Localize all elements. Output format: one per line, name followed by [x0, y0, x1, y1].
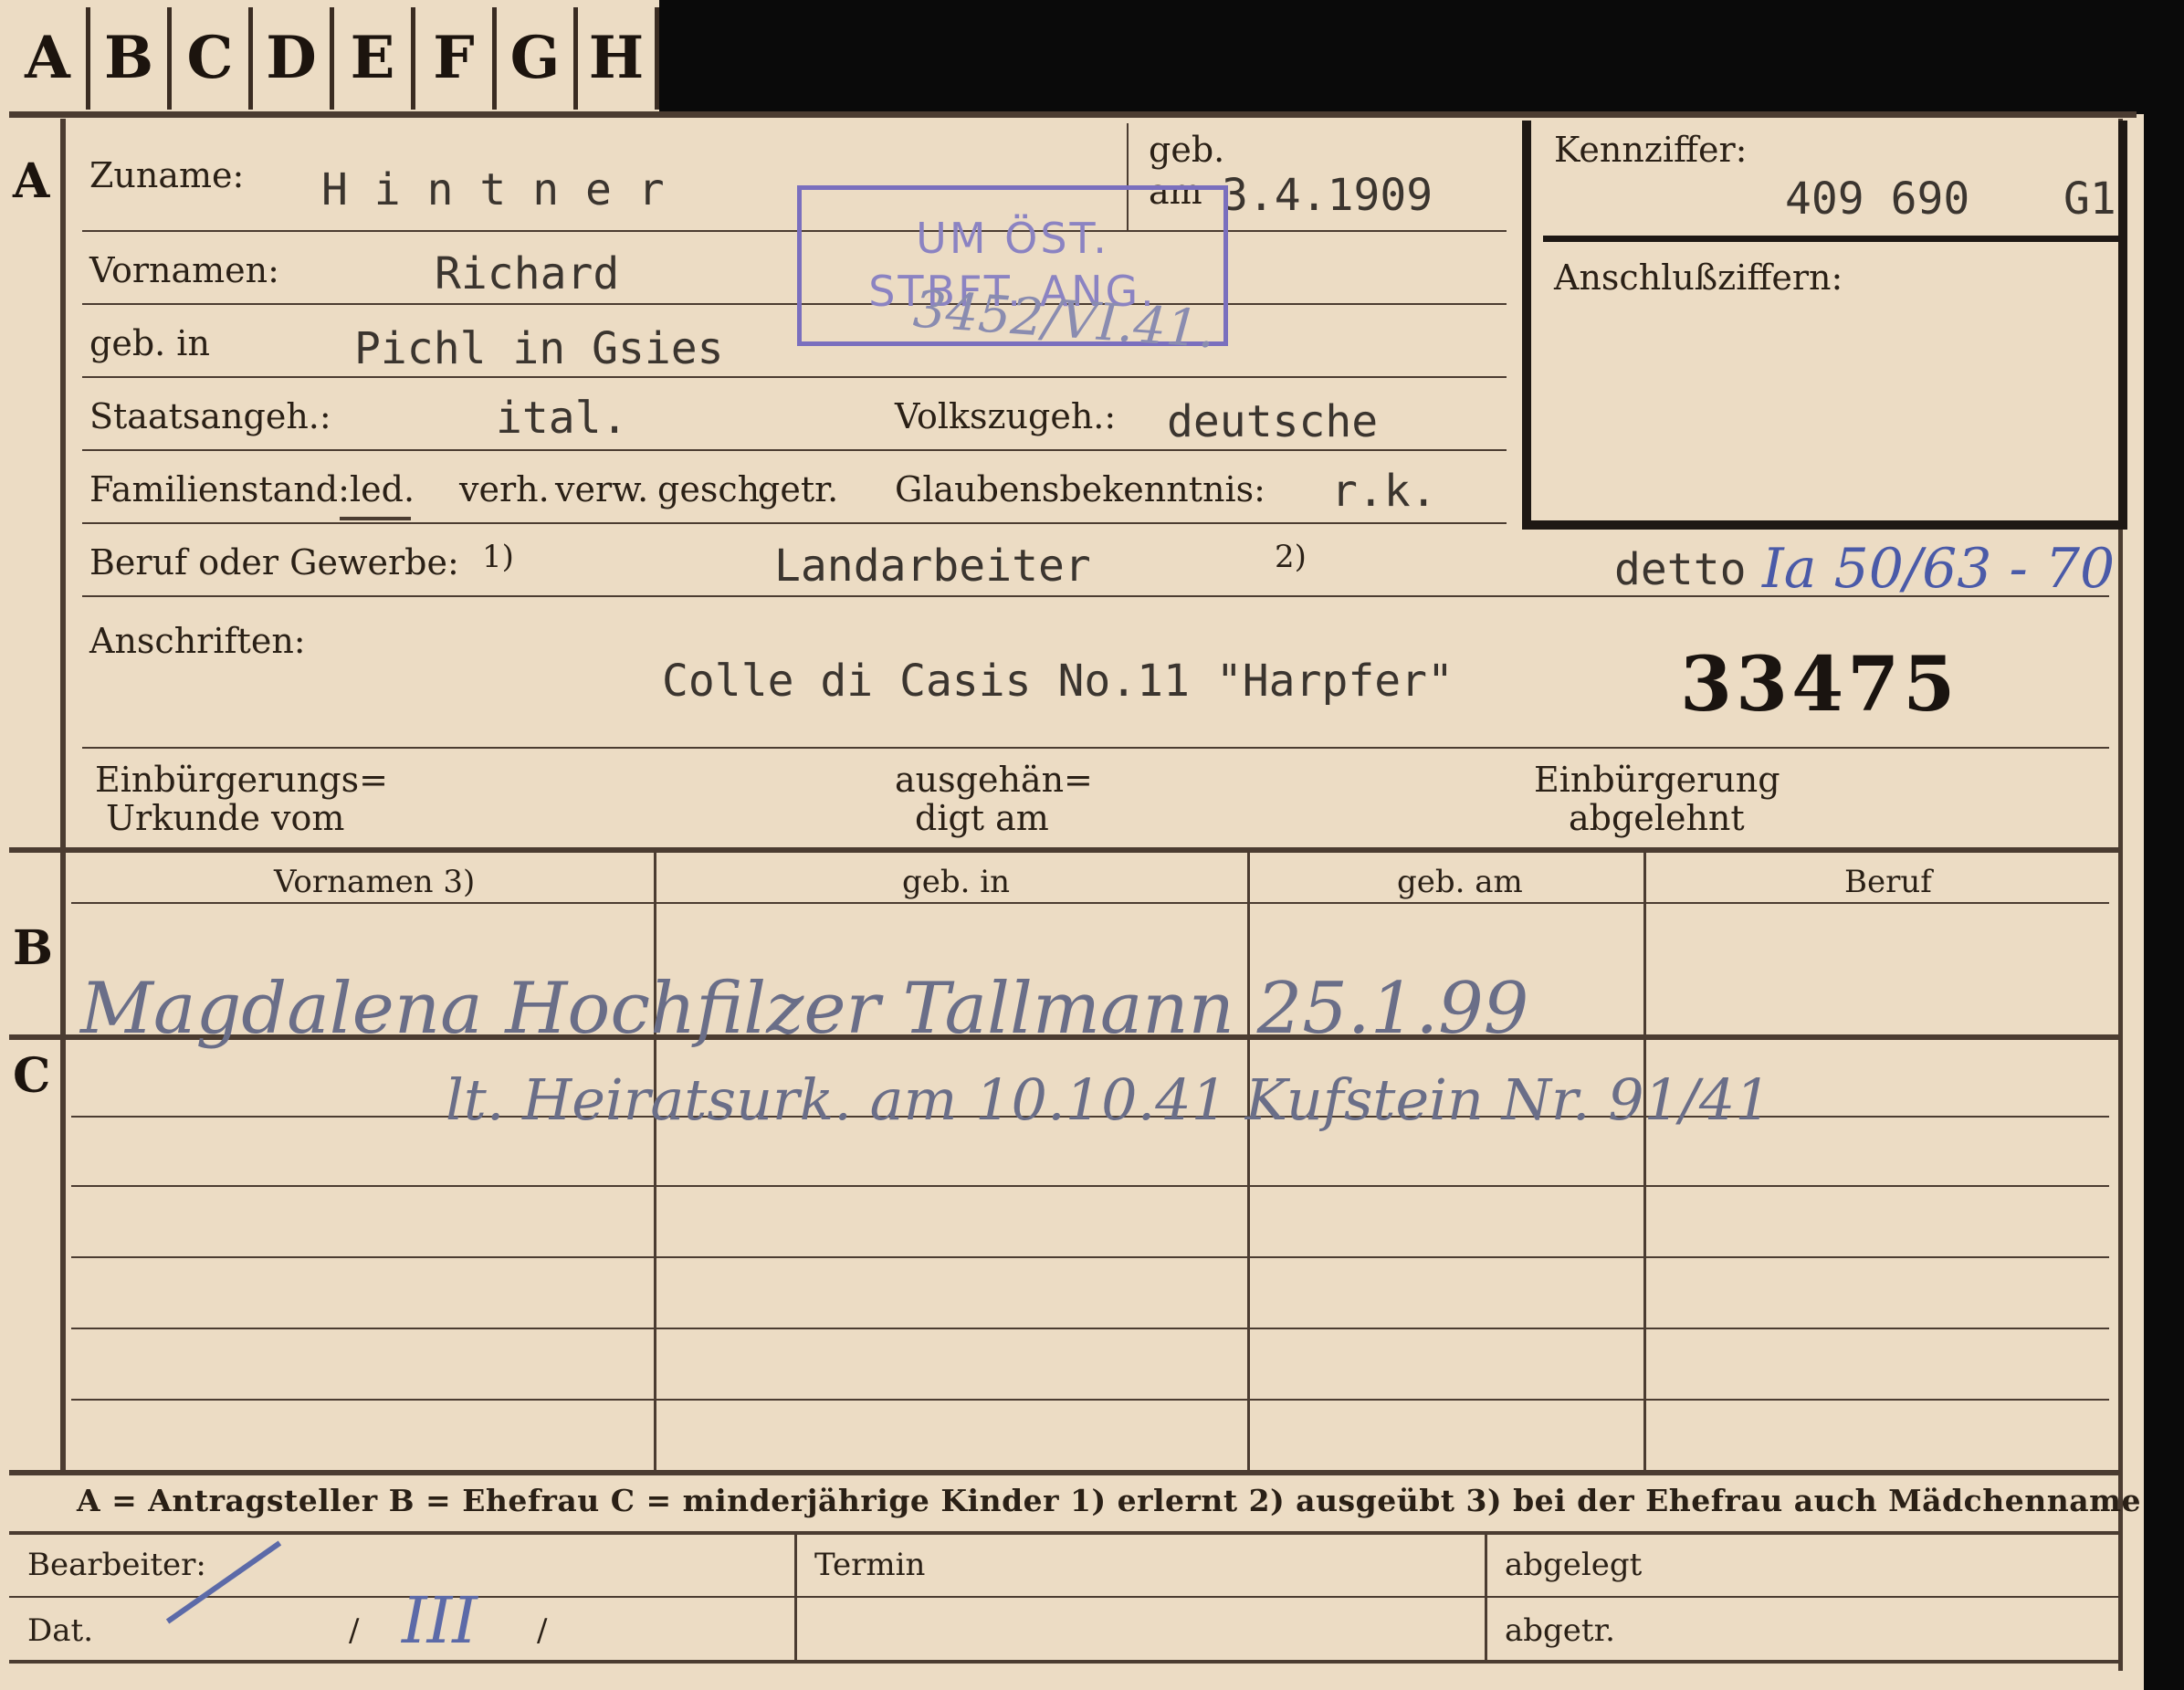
kennziffer-suffix: G1 [2063, 173, 2116, 225]
beruf-value: Landarbeiter [774, 541, 1091, 592]
anschluss-label: Anschlußziffern: [1554, 257, 1843, 298]
beruf-handwritten: Ia 50/63 - 70 [1762, 537, 2116, 601]
dat-label: Dat. [27, 1612, 94, 1649]
section-b-marker: B [13, 920, 53, 976]
volkszugeh-label: Volkszugeh.: [895, 396, 1117, 436]
row-divider [82, 747, 2109, 749]
registration-number: 33475 [1680, 641, 1959, 729]
section-a-marker: A [13, 153, 50, 209]
tab-e[interactable]: E [334, 7, 415, 110]
top-border [9, 111, 2137, 118]
familienstand-option-led: led. [350, 469, 415, 509]
section-c-bottom-rule [9, 1470, 2122, 1475]
tab-d[interactable]: D [253, 7, 334, 110]
row-divider [82, 230, 1507, 232]
row-divider [82, 522, 1507, 524]
beruf-note-1: 1) [482, 539, 514, 575]
staatsangeh-label: Staatsangeh.: [89, 396, 331, 436]
bearbeiter-label: Bearbeiter: [27, 1547, 206, 1583]
scan-background [659, 0, 2184, 114]
row-divider [71, 1185, 2109, 1187]
legend: A = Antragsteller B = Ehefrau C = minder… [77, 1483, 2141, 1518]
stamp-line-1: UM ÖST. [916, 214, 1109, 263]
vornamen-value: Richard [435, 248, 620, 299]
section-a-bottom-rule [9, 847, 2122, 853]
footer-bottom-rule [9, 1660, 2118, 1664]
ausgehaen-label-1: ausgehän= [895, 760, 1093, 800]
familienstand-option-getr: getr. [758, 469, 839, 509]
einb-urkunde-label-2: Urkunde vom [106, 798, 345, 838]
column-divider [654, 853, 656, 1470]
einb-abgelehnt-1: Einbürgerung [1534, 760, 1780, 800]
spouse-entry-handwritten: Magdalena Hochfilzer Tallmann 25.1.99 [80, 968, 1529, 1050]
beruf-label: Beruf oder Gewerbe: [89, 542, 459, 583]
glaubens-value: r.k. [1331, 466, 1437, 517]
tab-h[interactable]: H [578, 7, 659, 110]
familienstand-option-verh: verh. [459, 469, 550, 509]
col-header-geb-in: geb. in [902, 864, 1011, 900]
row-divider [82, 376, 1507, 378]
marriage-note-handwritten: lt. Heiratsurk. am 10.10.41 Kufstein Nr.… [446, 1066, 1771, 1133]
footer-divider [794, 1535, 797, 1663]
termin-label: Termin [814, 1547, 926, 1583]
familienstand-underline [340, 517, 411, 520]
tab-g[interactable]: G [497, 7, 578, 110]
header-divider [71, 902, 2109, 904]
col-header-vornamen: Vornamen 3) [274, 864, 476, 900]
familienstand-option-verw: verw. [555, 469, 649, 509]
dat-slash-2: / [537, 1612, 548, 1649]
anschriften-value: Colle di Casis No.11 "Harpfer" [662, 656, 1454, 707]
glaubens-label: Glaubensbekenntnis: [895, 469, 1265, 509]
familienstand-label: Familienstand: [89, 469, 350, 509]
tab-c[interactable]: C [172, 7, 253, 110]
abgelegt-label: abgelegt [1505, 1547, 1643, 1583]
geb-am-value: 3.4.1909 [1222, 170, 1433, 221]
row-divider [82, 303, 1507, 305]
zuname-label: Zuname: [89, 155, 245, 195]
footer-divider [1485, 1535, 1487, 1663]
geb-in-value: Pichl in Gsies [354, 323, 724, 374]
dat-slash-1: / [349, 1612, 360, 1649]
section-c-marker: C [13, 1048, 51, 1104]
footer-row-divider [9, 1596, 2118, 1598]
staatsangeh-value: ital. [496, 393, 628, 444]
row-divider [71, 1328, 2109, 1329]
kennziffer-divider [1543, 236, 2118, 242]
volkszugeh-value: deutsche [1167, 396, 1379, 447]
vornamen-label: Vornamen: [89, 250, 279, 290]
section-marker-rule [60, 119, 66, 1470]
beruf-value-2: detto [1614, 544, 1747, 595]
column-divider [1247, 853, 1250, 1470]
geb-label: geb. [1149, 130, 1225, 170]
zuname-value: H i n t n e r [321, 164, 665, 215]
col-header-geb-am: geb. am [1397, 864, 1523, 900]
tab-a[interactable]: A [9, 7, 90, 110]
einb-urkunde-label-1: Einbürgerungs= [95, 760, 388, 800]
col-header-beruf: Beruf [1844, 864, 1932, 900]
kennziffer-value: 409 690 [1785, 173, 1970, 225]
tab-f[interactable]: F [415, 7, 497, 110]
einb-abgelehnt-2: abgelehnt [1569, 798, 1745, 838]
geb-in-label: geb. in [89, 323, 210, 363]
row-divider [71, 1399, 2109, 1401]
anschriften-label: Anschriften: [89, 621, 306, 661]
row-divider [71, 1256, 2109, 1258]
row-divider [82, 449, 1507, 451]
dat-handwritten: III [402, 1583, 478, 1658]
kennziffer-label: Kennziffer: [1554, 130, 1748, 170]
column-divider [1643, 853, 1646, 1470]
ausgehaen-label-2: digt am [915, 798, 1049, 838]
familienstand-option-gesch: gesch. [657, 469, 772, 509]
tab-b[interactable]: B [90, 7, 172, 110]
beruf-note-2: 2) [1275, 539, 1307, 575]
abgetr-label: abgetr. [1505, 1612, 1615, 1649]
scan-edge [2144, 0, 2184, 1690]
legend-bottom-rule [9, 1531, 2122, 1535]
